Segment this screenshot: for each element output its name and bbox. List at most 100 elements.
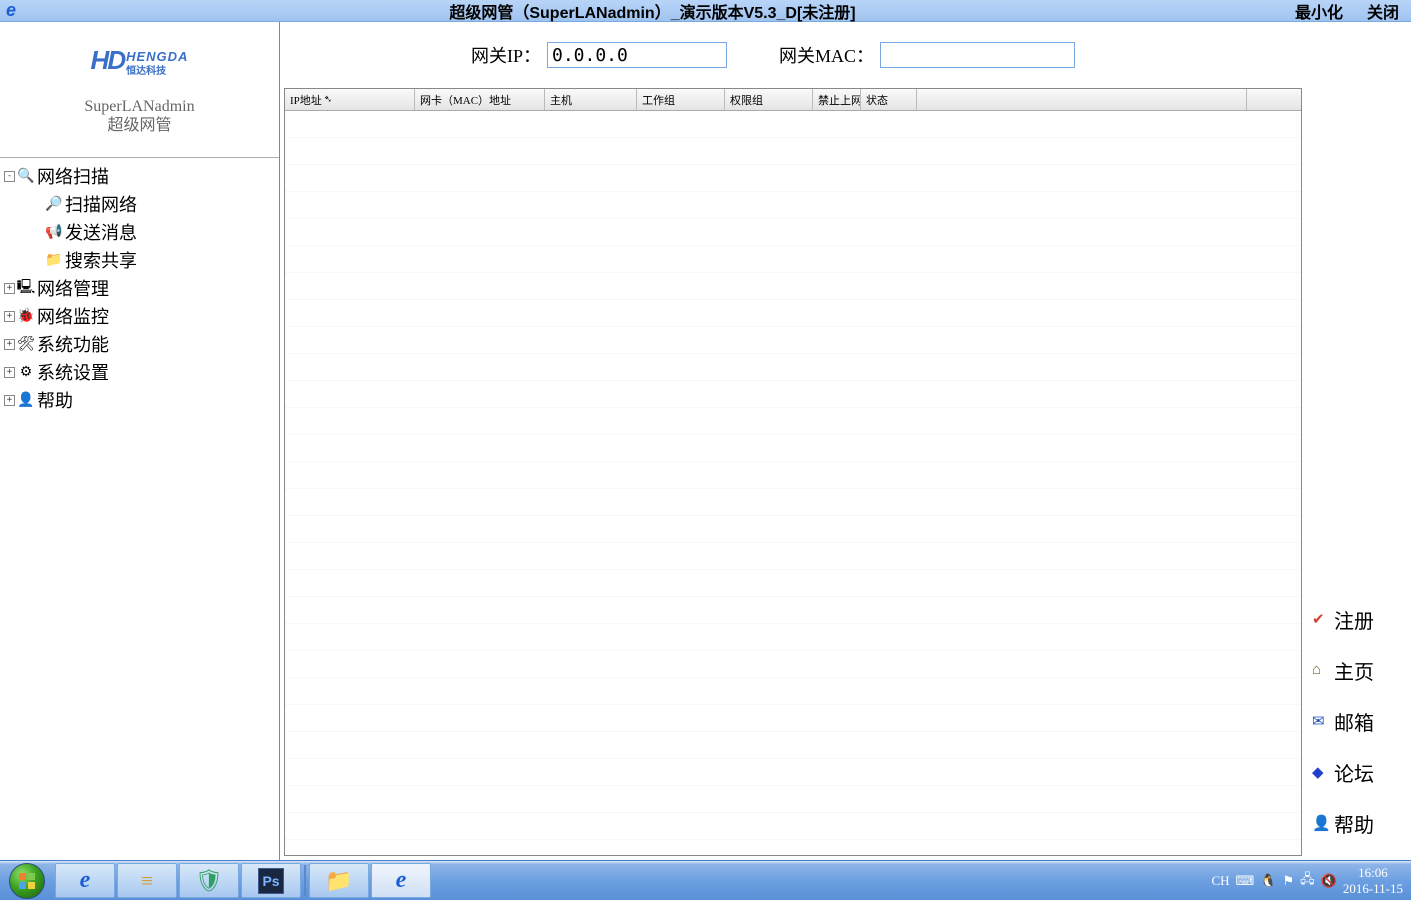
logo-cn: 恒达科技 <box>126 67 188 77</box>
column-header-4[interactable]: 权限组 <box>725 89 813 110</box>
help-user-icon: 👤 <box>17 391 35 409</box>
taskbar-app-active[interactable]: e <box>371 863 431 898</box>
tree-item-label: 网络管理 <box>37 275 109 301</box>
clock-date: 2016-11-15 <box>1343 881 1403 897</box>
tree-item-label: 搜索共享 <box>65 247 137 273</box>
folder-icon: 📁 <box>325 868 352 894</box>
speaker-icon: 📢 <box>45 223 63 241</box>
logo-area: HD HENGDA 恒达科技 SuperLANadmin 超级网管 <box>0 22 279 157</box>
forum-icon: ◆ <box>1312 763 1330 782</box>
ime-indicator[interactable]: CH <box>1211 873 1229 889</box>
tray-qq-icon[interactable]: 🐧 <box>1260 873 1276 889</box>
taskbar-separator <box>304 865 306 896</box>
tree-item-2[interactable]: 📢发送消息 <box>2 218 277 246</box>
ie-icon: e <box>80 867 91 894</box>
product-en: SuperLANadmin <box>84 97 194 116</box>
taskbar: e ≡ 🛡 Ps 📁 e CH ⌨ 🐧 ⚑ 🖧 🔇 16:06 2016-11-… <box>0 860 1411 900</box>
column-header-5[interactable]: 禁止上网 <box>813 89 861 110</box>
logo-en: HENGDA <box>126 49 188 64</box>
column-header-6[interactable]: 状态 <box>861 89 917 110</box>
gateway-mac-input[interactable] <box>880 42 1075 68</box>
brand-logo: HD HENGDA 恒达科技 <box>91 44 189 77</box>
clock-time: 16:06 <box>1343 865 1403 881</box>
photoshop-icon: Ps <box>258 868 284 894</box>
product-cn: 超级网管 <box>84 116 194 135</box>
column-header-1[interactable]: 网卡（MAC）地址 <box>415 89 545 110</box>
gateway-ip-input[interactable] <box>547 42 727 68</box>
start-button[interactable] <box>0 861 54 900</box>
tree-item-label: 系统功能 <box>37 331 109 357</box>
tree-item-6[interactable]: +🛠系统功能 <box>2 330 277 358</box>
tray-network-icon[interactable]: 🖧 <box>1300 870 1315 892</box>
data-table: IP地址➴ 网卡（MAC）地址 主机工作组 权限组禁止上网状态 <box>284 88 1302 856</box>
tray-volume-icon[interactable]: 🔇 <box>1321 873 1337 889</box>
tree-expander[interactable]: - <box>4 171 15 182</box>
tree-item-label: 系统设置 <box>37 359 109 385</box>
column-header-2[interactable]: 主机 <box>545 89 637 110</box>
column-label: IP地址 <box>290 92 322 108</box>
tree-item-7[interactable]: +⚙系统设置 <box>2 358 277 386</box>
tree-expander[interactable]: + <box>4 283 15 294</box>
tree-item-8[interactable]: +👤帮助 <box>2 386 277 414</box>
tree-item-3[interactable]: 📁搜索共享 <box>2 246 277 274</box>
tree-item-label: 扫描网络 <box>65 191 137 217</box>
help-button[interactable]: 👤帮助 <box>1306 807 1411 840</box>
tree-expander[interactable]: + <box>4 311 15 322</box>
tree-item-5[interactable]: +🐞网络监控 <box>2 302 277 330</box>
column-header-7[interactable] <box>917 89 1247 110</box>
tree-expander <box>32 255 43 266</box>
sort-arrow-icon: ➴ <box>324 94 332 105</box>
right-button-label: 邮箱 <box>1334 707 1374 736</box>
product-name: SuperLANadmin 超级网管 <box>84 97 194 135</box>
column-label: 状态 <box>866 92 888 108</box>
column-header-3[interactable]: 工作组 <box>637 89 725 110</box>
tree-item-0[interactable]: -🔍网络扫描 <box>2 162 277 190</box>
tree-expander[interactable]: + <box>4 339 15 350</box>
tray-flag-icon[interactable]: ⚑ <box>1282 873 1294 889</box>
taskbar-ie-button[interactable]: e <box>55 863 115 898</box>
column-header-0[interactable]: IP地址➴ <box>285 89 415 110</box>
right-button-label: 注册 <box>1334 605 1374 634</box>
register-icon: ✔ <box>1312 610 1330 629</box>
tree-item-label: 网络监控 <box>37 303 109 329</box>
lines-icon: ≡ <box>141 868 153 894</box>
right-button-label: 帮助 <box>1334 809 1374 838</box>
tree-item-4[interactable]: +🖳网络管理 <box>2 274 277 302</box>
close-button[interactable]: 关闭 <box>1355 0 1411 23</box>
network-mgmt-icon: 🖳 <box>17 279 35 297</box>
window-title: 超级网管（SuperLANadmin）_演示版本V5.3_D[未注册] <box>22 0 1283 23</box>
table-header: IP地址➴ 网卡（MAC）地址 主机工作组 权限组禁止上网状态 <box>285 89 1301 111</box>
register-button[interactable]: ✔注册 <box>1306 603 1411 636</box>
taskbar-explorer-button[interactable]: 📁 <box>309 863 369 898</box>
nav-tree: -🔍网络扫描🔎扫描网络📢发送消息📁搜索共享+🖳网络管理+🐞网络监控+🛠系统功能+… <box>0 157 279 860</box>
logo-hd: HD <box>91 45 125 76</box>
tree-expander[interactable]: + <box>4 367 15 378</box>
tools-icon: 🛠 <box>17 335 35 353</box>
tree-expander[interactable]: + <box>4 395 15 406</box>
gateway-bar: 网关IP： 网关MAC： <box>280 22 1306 88</box>
gateway-mac-label: 网关MAC： <box>779 42 874 68</box>
table-body[interactable] <box>285 111 1301 855</box>
home-button[interactable]: ⌂主页 <box>1306 654 1411 687</box>
tray-clock[interactable]: 16:06 2016-11-15 <box>1343 865 1403 896</box>
minimize-button[interactable]: 最小化 <box>1283 0 1355 23</box>
taskbar-ps-button[interactable]: Ps <box>241 863 301 898</box>
scan-icon: 🔎 <box>45 195 63 213</box>
right-button-label: 论坛 <box>1334 758 1374 787</box>
app-e-icon: e <box>396 867 407 894</box>
forum-button[interactable]: ◆论坛 <box>1306 756 1411 789</box>
tree-item-label: 发送消息 <box>65 219 137 245</box>
column-label: 禁止上网 <box>818 92 861 108</box>
column-label: 工作组 <box>642 92 675 108</box>
app-icon: e <box>0 0 22 22</box>
taskbar-app-button-1[interactable]: ≡ <box>117 863 177 898</box>
tree-expander <box>32 199 43 210</box>
tree-item-label: 帮助 <box>37 387 73 413</box>
taskbar-app-button-2[interactable]: 🛡 <box>179 863 239 898</box>
tree-item-1[interactable]: 🔎扫描网络 <box>2 190 277 218</box>
mail-button[interactable]: ✉邮箱 <box>1306 705 1411 738</box>
settings-icon: ⚙ <box>17 363 35 381</box>
column-label: 网卡（MAC）地址 <box>420 92 511 108</box>
tray-keyboard-icon[interactable]: ⌨ <box>1236 873 1255 889</box>
mail-icon: ✉ <box>1312 712 1330 731</box>
